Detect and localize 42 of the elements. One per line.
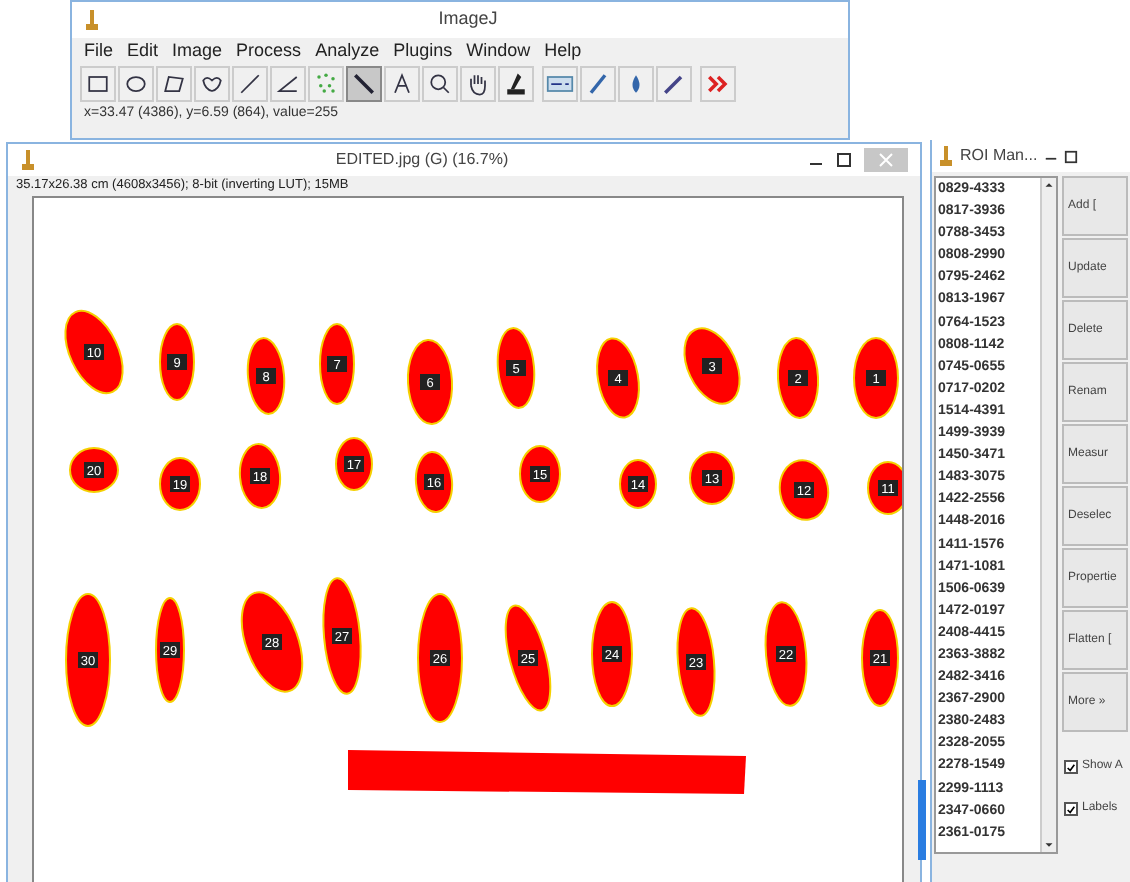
points-icon bbox=[312, 70, 340, 98]
window-title: ImageJ bbox=[436, 6, 500, 33]
scrollbar[interactable] bbox=[1040, 178, 1056, 852]
tool-button[interactable] bbox=[384, 66, 420, 102]
magnifier-icon bbox=[426, 70, 454, 98]
menu-item[interactable]: Image bbox=[172, 38, 223, 66]
double-arrow-icon bbox=[704, 70, 732, 98]
window-title: EDITED.jpg (G) (16.7%) bbox=[333, 148, 511, 172]
microscope-icon bbox=[938, 144, 954, 168]
polygon-icon bbox=[160, 70, 188, 98]
tool-button[interactable] bbox=[422, 66, 458, 102]
oval-icon bbox=[122, 70, 150, 98]
checkbox[interactable] bbox=[1064, 760, 1078, 774]
menu-item[interactable]: Analyze bbox=[315, 38, 380, 66]
menu-item[interactable]: Help bbox=[544, 38, 582, 66]
maximize-icon[interactable] bbox=[1063, 149, 1078, 163]
tool-button[interactable] bbox=[346, 66, 382, 102]
hand-icon bbox=[464, 70, 492, 98]
microscope-icon bbox=[20, 148, 36, 172]
rectangle-icon bbox=[84, 70, 112, 98]
scroll-thumb bbox=[918, 780, 926, 860]
line-icon bbox=[236, 70, 264, 98]
checkbox[interactable] bbox=[1064, 802, 1078, 816]
scroll-up-icon[interactable] bbox=[1042, 178, 1056, 192]
menu-item[interactable]: Window bbox=[466, 38, 531, 66]
tool-button[interactable] bbox=[498, 66, 534, 102]
tool-button[interactable] bbox=[194, 66, 230, 102]
microscope-icon bbox=[84, 8, 100, 32]
tool-button[interactable] bbox=[270, 66, 306, 102]
menu-item[interactable]: Edit bbox=[127, 38, 159, 66]
menu-item[interactable]: Plugins bbox=[393, 38, 453, 66]
maximize-icon[interactable] bbox=[836, 152, 852, 168]
letter-icon bbox=[388, 70, 416, 98]
tool-button[interactable] bbox=[656, 66, 692, 102]
menu-item[interactable]: File bbox=[84, 38, 114, 66]
menu-item[interactable]: Process bbox=[236, 38, 302, 66]
tool-button[interactable] bbox=[460, 66, 496, 102]
tool-button[interactable] bbox=[118, 66, 154, 102]
tool-button[interactable] bbox=[80, 66, 116, 102]
tool-button[interactable] bbox=[156, 66, 192, 102]
scroll-down-icon[interactable] bbox=[1042, 838, 1056, 852]
window-title: ROI Man... bbox=[960, 144, 1038, 168]
